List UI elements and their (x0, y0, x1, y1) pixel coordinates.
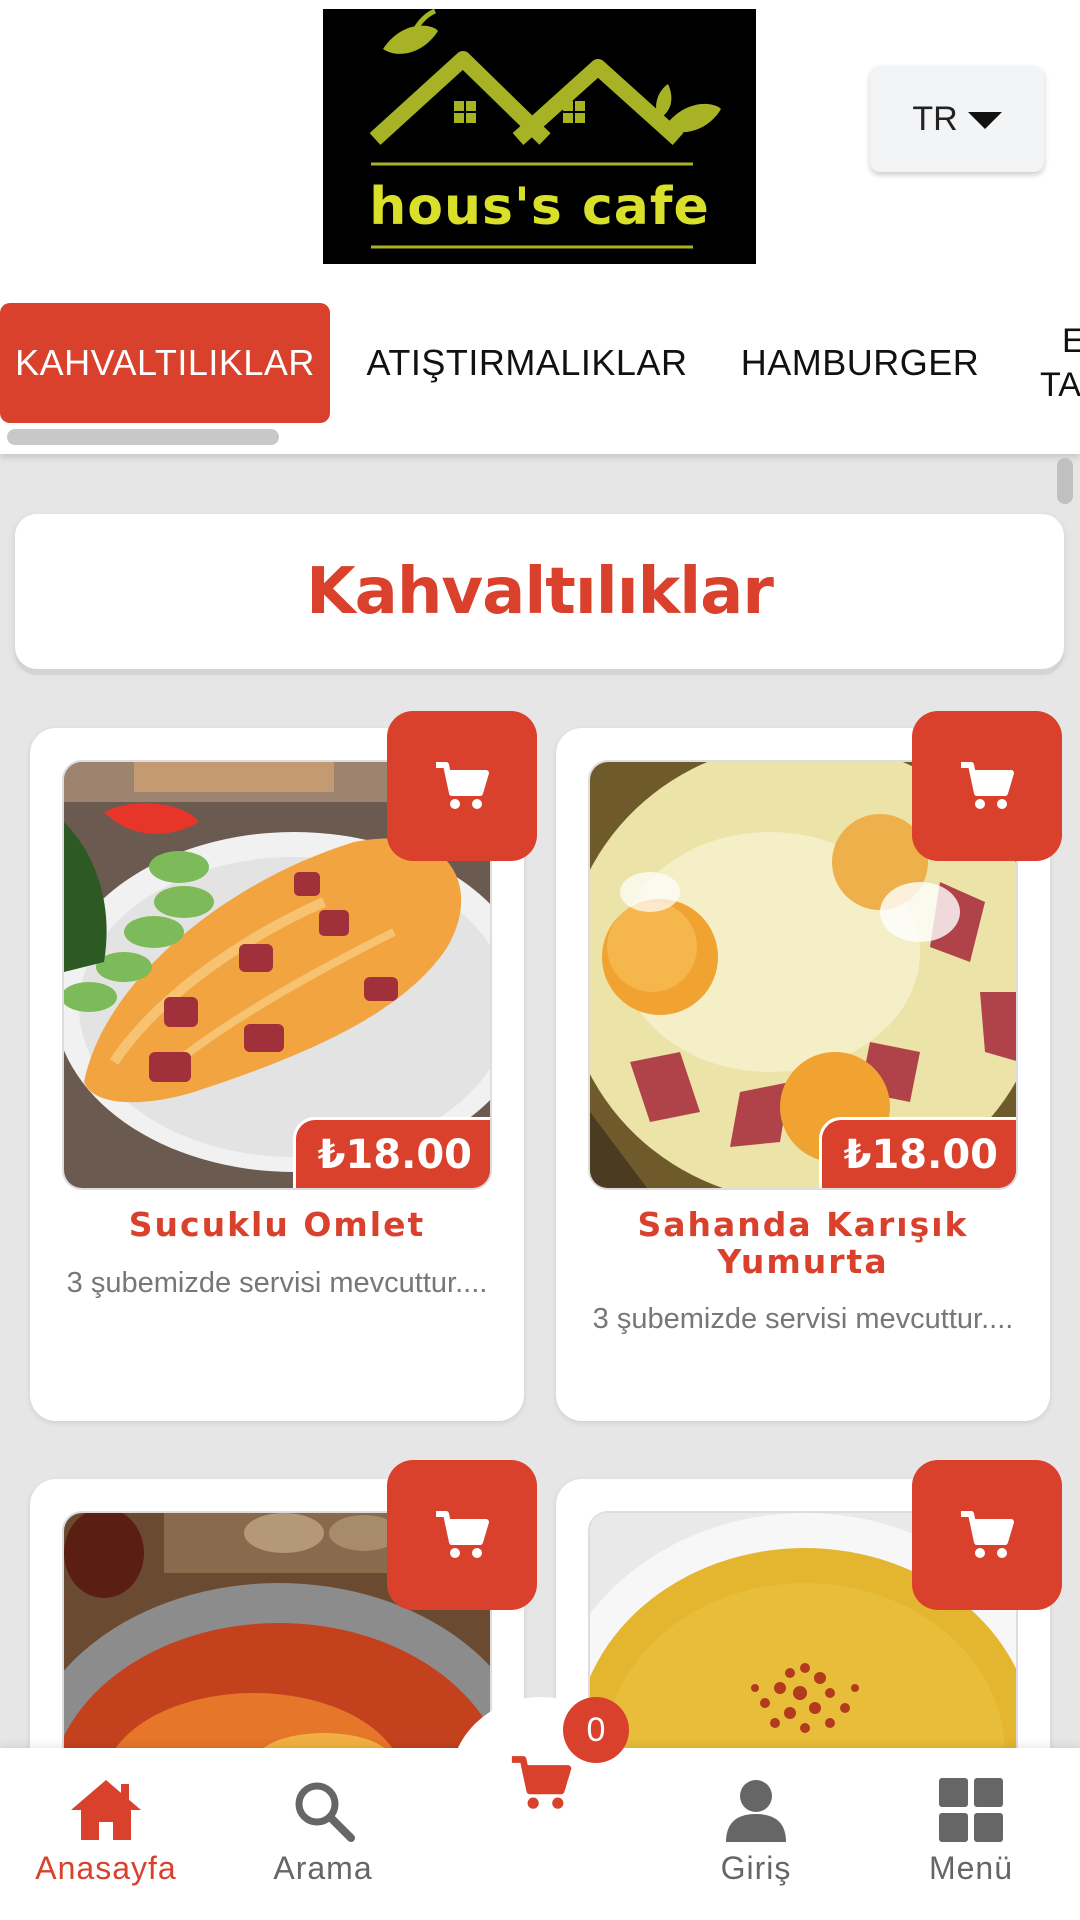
caret-down-icon (967, 112, 1002, 129)
language-selector[interactable]: TR (870, 66, 1044, 172)
user-icon (726, 1780, 786, 1842)
cart-icon (961, 1511, 1014, 1558)
tab-partial[interactable]: E TA (1040, 303, 1080, 423)
tab-hamburger[interactable]: HAMBURGER (735, 303, 985, 423)
category-tabs: KAHVALTILIKLAR ATIŞTIRMALIKLAR HAMBURGER… (0, 303, 1080, 423)
cart-icon (436, 762, 489, 809)
cart-count-badge: 0 (563, 1697, 629, 1763)
cart-icon (961, 762, 1014, 809)
page-scrollbar[interactable] (1057, 458, 1073, 504)
tab-atistirmaliklar[interactable]: ATIŞTIRMALIKLAR (362, 303, 692, 423)
nav-search[interactable]: Arama (223, 1778, 423, 1887)
language-label: TR (912, 99, 958, 138)
cart-icon (511, 1756, 572, 1809)
product-description: 3 şubemizde servisi mevcuttur.... (592, 1303, 1014, 1335)
add-to-cart-button[interactable] (912, 1460, 1062, 1610)
nav-home-label: Anasayfa (35, 1850, 177, 1886)
app-header: hous's cafe TR KAHVALTILIKLAR ATIŞTIRMAL… (0, 0, 1080, 454)
nav-search-label: Arama (273, 1850, 373, 1886)
nav-menu[interactable]: Menü (871, 1778, 1071, 1887)
add-to-cart-button[interactable] (387, 1460, 537, 1610)
tabs-scrollbar[interactable] (7, 429, 279, 445)
home-icon (71, 1780, 141, 1840)
logo-text: hous's cafe (369, 177, 710, 237)
search-icon (295, 1782, 355, 1842)
nav-login-label: Giriş (720, 1850, 792, 1886)
add-to-cart-button[interactable] (387, 711, 537, 861)
cart-icon (436, 1511, 489, 1558)
tab-kahvaltiliklar[interactable]: KAHVALTILIKLAR (0, 303, 330, 423)
section-title: Kahvaltılıklar (306, 554, 774, 629)
add-to-cart-button[interactable] (912, 711, 1062, 861)
price-badge: ₺18.00 (292, 1117, 490, 1188)
nav-login[interactable]: Giriş (656, 1778, 856, 1887)
section-title-card: Kahvaltılıklar (15, 514, 1064, 669)
product-name[interactable]: Sucuklu Omlet (50, 1206, 504, 1243)
cafe-logo[interactable]: hous's cafe (323, 9, 756, 264)
price-badge: ₺18.00 (818, 1117, 1016, 1188)
product-name[interactable]: Sahanda Karışık Yumurta (576, 1206, 1030, 1280)
nav-menu-label: Menü (928, 1850, 1014, 1886)
grid-icon (939, 1778, 1003, 1842)
product-description: 3 şubemizde servisi mevcuttur.... (66, 1267, 488, 1299)
nav-home[interactable]: Anasayfa (6, 1778, 206, 1887)
